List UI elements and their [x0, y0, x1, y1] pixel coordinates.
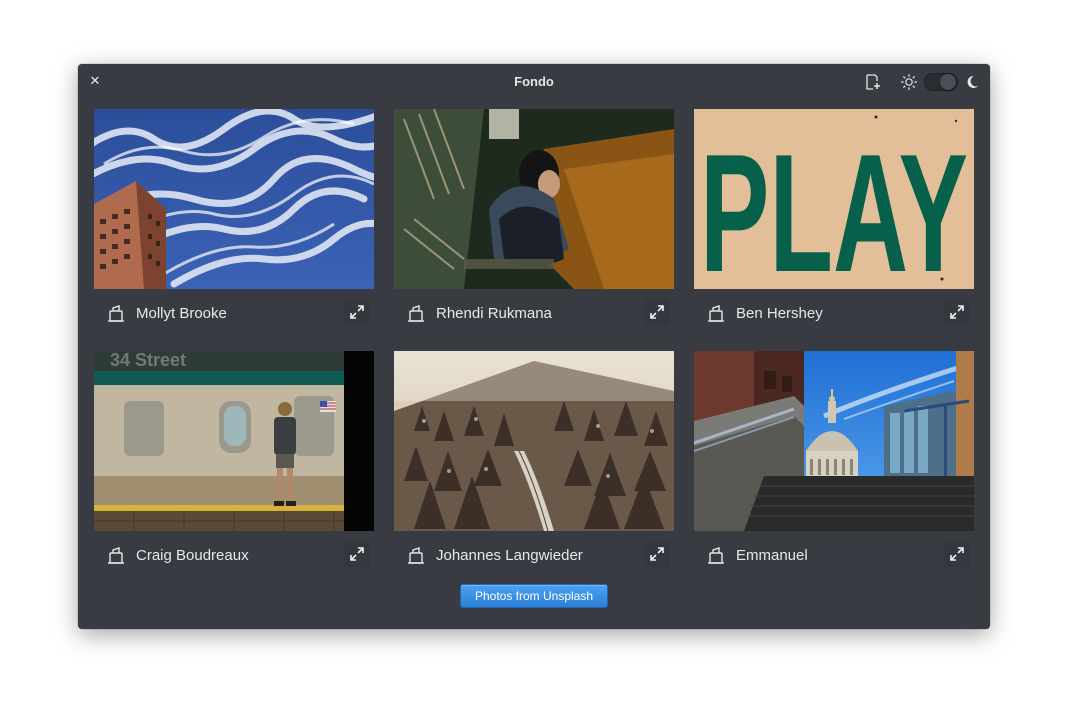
- sun-icon: [900, 73, 918, 91]
- photo-author: Mollyt Brooke: [136, 305, 227, 322]
- toggle-knob: [940, 74, 956, 90]
- expand-icon[interactable]: [944, 541, 970, 567]
- photo-thumbnail-clouds[interactable]: [94, 109, 374, 289]
- expand-icon[interactable]: [344, 541, 370, 567]
- photos-from-unsplash-button[interactable]: Photos from Unsplash: [460, 584, 608, 608]
- fondo-window: ✕ Fondo Mollyt Brooke Rhendi Rukmana PLA…: [78, 64, 990, 629]
- set-wallpaper-icon[interactable]: [706, 304, 726, 324]
- photo-card-footer: Rhendi Rukmana: [394, 295, 674, 331]
- expand-icon[interactable]: [344, 299, 370, 325]
- expand-icon[interactable]: [944, 299, 970, 325]
- photo-thumbnail-woman[interactable]: [394, 109, 674, 289]
- expand-icon[interactable]: [644, 299, 670, 325]
- play-sign-text: PLAY: [700, 119, 968, 289]
- moon-icon: [964, 73, 980, 91]
- photo-author: Ben Hershey: [736, 305, 823, 322]
- photo-author: Johannes Langwieder: [436, 547, 583, 564]
- photo-thumbnail-play-sign[interactable]: PLAY: [694, 109, 974, 289]
- add-folder-icon[interactable]: [864, 73, 882, 91]
- photo-card-footer: Emmanuel: [694, 537, 974, 573]
- window-title: Fondo: [514, 74, 554, 89]
- photo-card-footer: Mollyt Brooke: [94, 295, 374, 331]
- dark-mode-toggle[interactable]: [924, 73, 958, 91]
- expand-icon[interactable]: [644, 541, 670, 567]
- set-wallpaper-icon[interactable]: [106, 304, 126, 324]
- titlebar: ✕ Fondo: [78, 64, 990, 100]
- set-wallpaper-icon[interactable]: [406, 546, 426, 566]
- photo-card-footer: Johannes Langwieder: [394, 537, 674, 573]
- photo-author: Rhendi Rukmana: [436, 305, 552, 322]
- set-wallpaper-icon[interactable]: [106, 546, 126, 566]
- photo-thumbnail-forest[interactable]: [394, 351, 674, 531]
- photo-card-footer: Ben Hershey: [694, 295, 974, 331]
- photo-thumbnail-subway[interactable]: 34 Street: [94, 351, 374, 531]
- photo-thumbnail-dome[interactable]: [694, 351, 974, 531]
- photo-card-footer: Craig Boudreaux: [94, 537, 374, 573]
- set-wallpaper-icon[interactable]: [406, 304, 426, 324]
- set-wallpaper-icon[interactable]: [706, 546, 726, 566]
- photo-author: Craig Boudreaux: [136, 547, 249, 564]
- subway-sign-text: 34 Street: [110, 351, 186, 370]
- photo-author: Emmanuel: [736, 547, 808, 564]
